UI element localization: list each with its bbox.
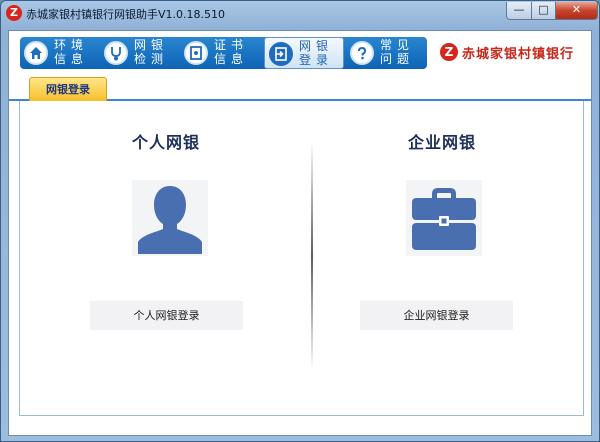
app-logo-icon: Z (6, 5, 22, 21)
login-icon (275, 47, 287, 61)
maximize-button[interactable]: □ (531, 2, 556, 20)
nav-item-bank-check[interactable]: 网银 检测 (100, 37, 180, 69)
home-icon (30, 47, 42, 59)
person-icon (138, 186, 202, 254)
nav-label-bank-check: 网银 检测 (134, 38, 169, 66)
personal-login-button[interactable]: 个人网银登录 (90, 301, 243, 330)
close-button[interactable]: ✕ (555, 2, 598, 20)
bank-brand: Z 赤城家银村镇银行 (440, 41, 590, 63)
bank-name: 赤城家银村镇银行 (462, 47, 575, 62)
tab-bank-login[interactable]: 网银登录 (29, 77, 107, 101)
app-window: Z 赤城家银村镇银行网银助手V1.0.18.510 — □ ✕ 环境 信息 网银… (0, 0, 600, 442)
nav-item-faq[interactable]: 常见 问题 (346, 37, 426, 69)
login-panel: 个人网银 企业网银 个人网银登录 企业网银登录 (19, 101, 584, 416)
nav-label-env-info: 环境 信息 (54, 38, 89, 66)
title-bar[interactable]: Z 赤城家银村镇银行网银助手V1.0.18.510 — □ ✕ (1, 1, 599, 25)
corporate-briefcase (406, 180, 482, 256)
nav-label-bank-login: 网银 登录 (299, 39, 334, 67)
question-icon (358, 46, 367, 60)
main-nav: 环境 信息 网银 检测 证书 信息 网银 登录 常见 问题 (20, 37, 427, 69)
window-title: 赤城家银村镇银行网银助手V1.0.18.510 (26, 8, 226, 21)
briefcase-icon (412, 188, 476, 250)
bank-logo-icon: Z (440, 43, 458, 61)
personal-avatar (132, 180, 208, 256)
nav-item-bank-login[interactable]: 网银 登录 (264, 37, 344, 69)
column-divider (311, 141, 313, 371)
corporate-banking-title: 企业网银 (407, 133, 476, 152)
client-area: 环境 信息 网银 检测 证书 信息 网银 登录 常见 问题 Z 赤城家银村镇银行… (8, 30, 592, 436)
nav-label-cert-info: 证书 信息 (214, 38, 249, 66)
nav-item-cert-info[interactable]: 证书 信息 (180, 37, 260, 69)
personal-banking-title: 个人网银 (131, 133, 200, 152)
nav-label-faq: 常见 问题 (380, 38, 415, 66)
corporate-login-button[interactable]: 企业网银登录 (360, 301, 513, 330)
nav-item-env-info[interactable]: 环境 信息 (20, 37, 100, 69)
stethoscope-icon (111, 47, 121, 61)
minimize-button[interactable]: — (506, 2, 532, 20)
certificate-icon (190, 46, 202, 60)
